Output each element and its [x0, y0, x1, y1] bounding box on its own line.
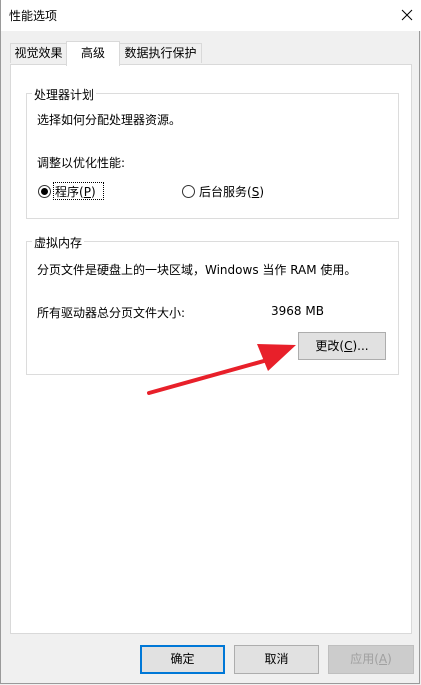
tab-advanced[interactable]: 高级: [66, 41, 120, 66]
cancel-button[interactable]: 取消: [234, 645, 319, 674]
title-bar: 性能选项: [1, 0, 421, 31]
window-title: 性能选项: [9, 9, 58, 23]
annotation-arrow-icon: [147, 344, 296, 395]
performance-options-window: 性能选项 视觉效果 高级 数据执行保护 处理器计划 选择如何分配处理器资源。 调…: [0, 0, 421, 684]
tab-label: 高级: [80, 46, 105, 60]
tab-dep[interactable]: 数据执行保护: [119, 43, 202, 63]
ok-button[interactable]: 确定: [140, 645, 225, 674]
close-button[interactable]: [392, 0, 421, 30]
tab-label: 视觉效果: [14, 46, 63, 60]
advanced-panel: 处理器计划 选择如何分配处理器资源。 调整以优化性能: 程序(P) 后台服务(S…: [10, 64, 412, 634]
tab-visual-effects[interactable]: 视觉效果: [10, 43, 67, 63]
tab-label: 数据执行保护: [124, 46, 197, 60]
apply-button[interactable]: 应用(A): [328, 645, 414, 674]
close-icon: [401, 9, 413, 21]
